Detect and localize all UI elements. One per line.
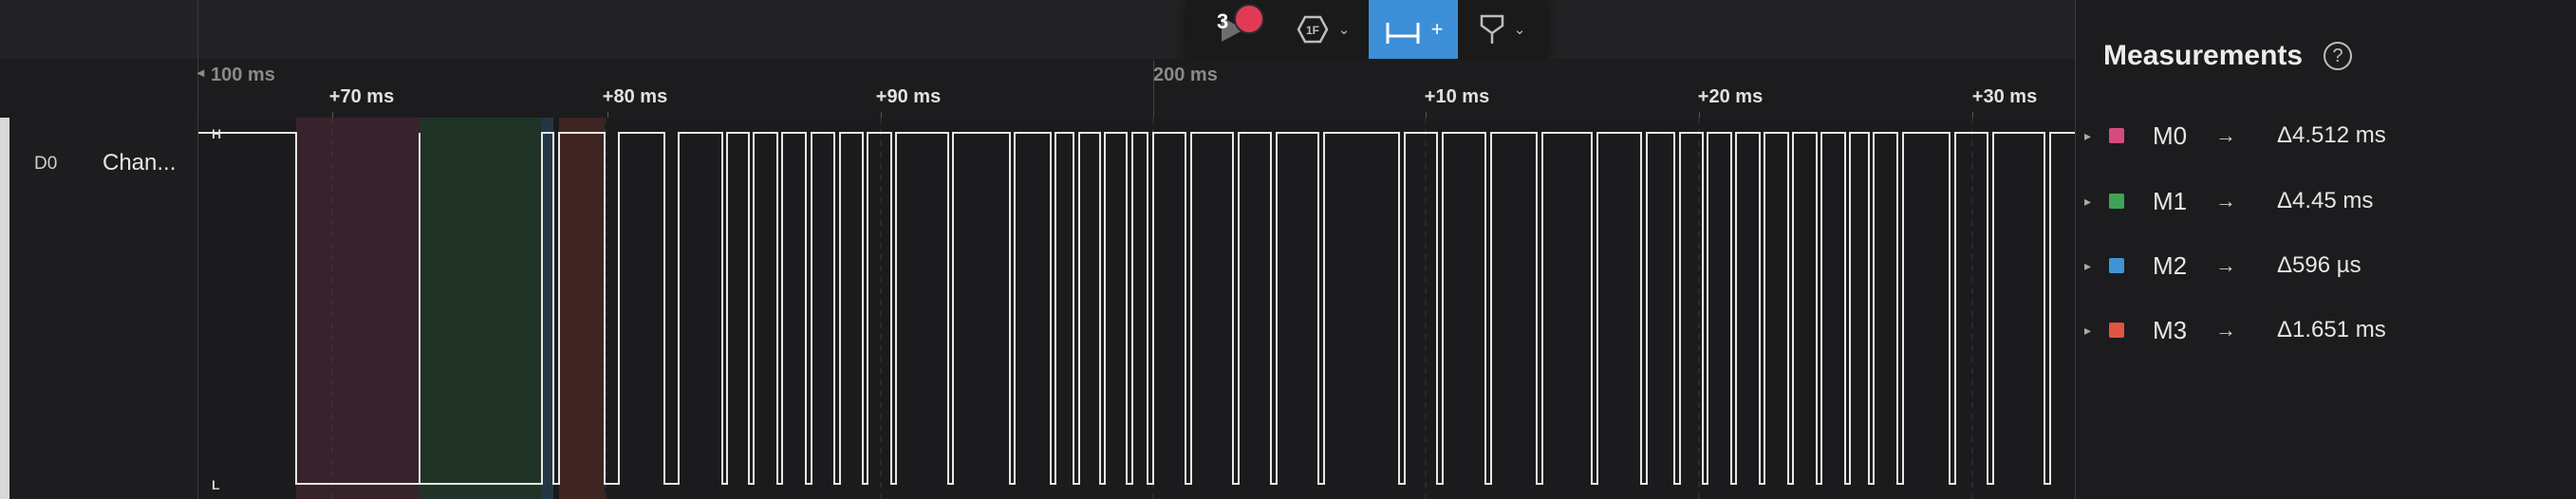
measurement-color-swatch [2109,323,2124,338]
measurement-color-swatch [2109,128,2124,143]
measurement-region-m2[interactable] [542,118,553,499]
trigger-settings-button[interactable]: 1F ⌄ [1278,0,1369,59]
plus-icon: + [1430,17,1444,41]
trigger-glyph: 1F [1306,24,1319,37]
waveform-canvas[interactable]: H L [198,118,2075,499]
time-ruler[interactable] [0,59,2075,119]
ruler-major-line [1153,61,1154,118]
ruler-major-label-mid: 200 ms [1153,65,1218,85]
ruler-left-arrow-icon: ◂ [197,65,205,80]
arrow-right-icon[interactable]: → [2215,318,2236,342]
ruler-tick-label: +70 ms [328,86,395,107]
ruler-tick-label: +90 ms [875,86,942,107]
measurement-value: Δ596 µs [2277,252,2361,278]
marker-button[interactable]: ⌄ [1458,0,1547,59]
measurement-name: M2 [2153,250,2188,280]
chevron-down-icon: ⌄ [1337,22,1351,38]
expand-icon[interactable]: ▸ [2084,323,2091,339]
waveform-view[interactable]: H L [198,118,2075,499]
arrow-right-icon[interactable]: → [2215,253,2236,278]
arrow-right-icon[interactable]: → [2215,189,2236,213]
capture-toolbar: 1F ⌄ 3 + ⌄ [1186,0,1547,59]
channel-name[interactable]: Chan... [103,150,176,176]
ruler-left-spacer [0,59,198,118]
add-measurement-button[interactable]: 3 + [1217,0,1458,59]
measurement-value: Δ1.651 ms [2277,317,2386,342]
measurement-color-swatch [2109,194,2124,209]
arrow-right-icon[interactable]: → [2215,123,2236,148]
measurement-row-m0[interactable]: ▸ M0 → Δ4.512 ms [2075,115,2576,157]
expand-icon[interactable]: ▸ [2084,194,2091,210]
measurements-title: Measurements [2103,40,2304,71]
measurement-name: M3 [2153,315,2188,344]
measurement-region-m0[interactable] [296,118,420,499]
ruler-major-label-left: 100 ms [211,65,275,85]
marker-flag-icon [1480,14,1503,44]
ruler-tick-label: +20 ms [1697,86,1764,107]
expand-icon[interactable]: ▸ [2084,258,2091,274]
measurement-row-m1[interactable]: ▸ M1 → Δ4.45 ms [2075,180,2576,222]
measurement-region-m3[interactable] [559,118,605,499]
toolbar-band [0,0,2075,60]
measurement-value: Δ4.512 ms [2277,122,2386,148]
toolbar-left-spacer [0,0,198,59]
expand-icon[interactable]: ▸ [2084,128,2091,144]
ruler-tick-label: +10 ms [1424,86,1490,107]
measurement-row-m3[interactable]: ▸ M3 → Δ1.651 ms [2075,309,2576,351]
measurement-count: 3 [1217,9,1229,33]
measurement-value: Δ4.45 ms [2277,188,2374,213]
record-dot-icon [1234,4,1264,34]
trigger-hexagon-icon: 1F [1297,15,1329,44]
measurement-row-m2[interactable]: ▸ M2 → Δ596 µs [2075,245,2576,286]
ruler-tick-label: +30 ms [1971,86,2038,107]
channel-id: D0 [34,154,58,174]
help-icon[interactable]: ? [2324,42,2352,70]
measure-span-icon [1386,23,1420,44]
measurement-color-swatch [2109,258,2124,273]
ruler-tick-label: +80 ms [602,86,668,107]
low-level-label: L [212,477,220,492]
channel-color-strip[interactable] [0,118,9,499]
measurement-region-m1[interactable] [420,118,542,499]
measurement-name: M0 [2153,120,2188,150]
measurement-name: M1 [2153,186,2188,215]
chevron-down-icon: ⌄ [1513,22,1526,38]
start-capture-button[interactable] [1186,0,1278,59]
